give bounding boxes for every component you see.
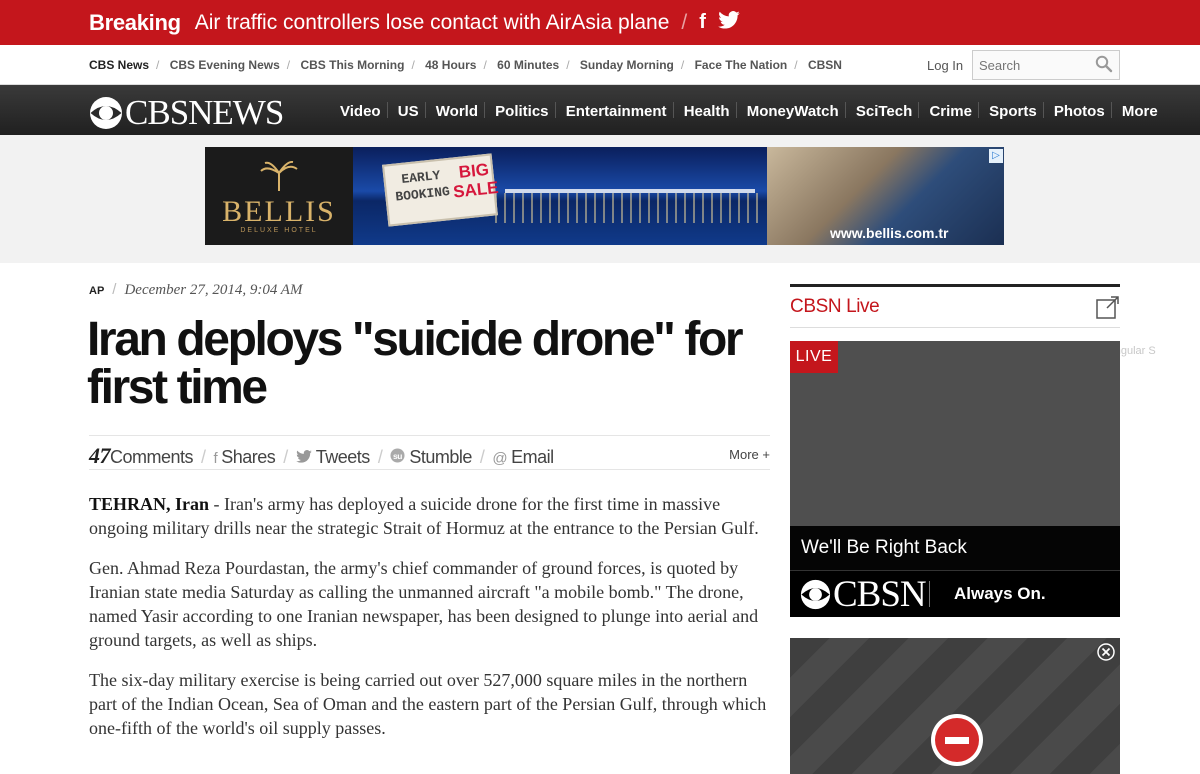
breaking-separator: / <box>681 10 688 34</box>
network-links: CBS News / CBS Evening News / CBS This Mor… <box>89 58 842 72</box>
network-link-this-morning[interactable]: CBS This Morning <box>300 58 404 72</box>
facebook-icon[interactable]: f <box>699 11 706 34</box>
ad-sale: SALE <box>452 177 500 202</box>
nav-scitech[interactable]: SciTech <box>856 103 912 120</box>
article-byline: AP / December 27, 2014, 9:04 AM <box>89 281 303 298</box>
article-date: December 27, 2014, 9:04 AM <box>124 282 303 298</box>
ad-booking: BOOKING <box>394 184 451 205</box>
stumble-link[interactable]: Stumble <box>409 447 472 467</box>
cbsn-brand-band: CBSN Always On. <box>790 571 1120 617</box>
article-body: TEHRAN, Iran - Iran's army has deployed … <box>89 492 774 756</box>
ad-url: www.bellis.com.tr <box>830 225 949 241</box>
search-box[interactable] <box>972 50 1120 80</box>
network-link-60-minutes[interactable]: 60 Minutes <box>497 58 559 72</box>
stumbleupon-icon[interactable]: su <box>390 448 405 467</box>
comments-count[interactable]: 47 <box>89 443 111 468</box>
nav-entertainment[interactable]: Entertainment <box>566 103 667 120</box>
right-back-band: We'll Be Right Back <box>790 526 1120 571</box>
palm-icon <box>260 161 298 191</box>
comments-link[interactable]: Comments <box>110 447 194 467</box>
cbsn-live-title[interactable]: CBSN Live <box>790 296 880 318</box>
article-source: AP <box>89 285 105 297</box>
shares-link[interactable]: Shares <box>221 447 276 467</box>
search-icon[interactable] <box>1095 55 1113 73</box>
article-paragraph: TEHRAN, Iran - Iran's army has deployed … <box>89 494 759 538</box>
right-back-text: We'll Be Right Back <box>801 537 967 558</box>
nav-politics[interactable]: Politics <box>495 103 548 120</box>
network-link-48-hours[interactable]: 48 Hours <box>425 58 476 72</box>
facebook-icon[interactable]: f <box>214 450 218 467</box>
ad-early: EARLY <box>400 167 442 187</box>
ad-pier-lights <box>495 193 765 223</box>
login-link[interactable]: Log In <box>927 58 963 73</box>
nav-health[interactable]: Health <box>684 103 730 120</box>
breaking-headline[interactable]: Air traffic controllers lose contact wit… <box>195 11 670 35</box>
nav-sports[interactable]: Sports <box>989 103 1037 120</box>
network-link-cbs-news[interactable]: CBS News <box>89 58 149 72</box>
logo-wordmark: CBSNEWS <box>125 93 284 132</box>
cbs-news-logo[interactable]: CBSNEWS <box>89 93 284 133</box>
live-badge: LIVE <box>790 341 838 373</box>
blocked-ad-unit <box>790 638 1120 774</box>
share-bar: 47Comments / f Shares / Tweets / su Stumble / @ Ema… <box>89 435 770 470</box>
blocked-icon <box>931 714 983 766</box>
adchoices-icon[interactable]: ▷ <box>989 149 1003 163</box>
ad-sale-tag: EARLY BOOKING BIG SALE <box>382 153 500 227</box>
network-link-cbsn[interactable]: CBSN <box>808 58 842 72</box>
ad-brand-name: BELLIS <box>222 195 336 228</box>
email-icon[interactable]: @ <box>492 450 507 467</box>
network-link-face-the-nation[interactable]: Face The Nation <box>695 58 788 72</box>
cbsn-video-player[interactable]: LIVE We'll Be Right Back CBSN Always On. <box>790 341 1120 617</box>
cbsn-logo: CBSN <box>833 574 927 615</box>
nav-moneywatch[interactable]: MoneyWatch <box>747 103 839 120</box>
ad-brand-panel: BELLIS DELUXE HOTEL <box>205 147 353 245</box>
network-link-evening-news[interactable]: CBS Evening News <box>170 58 280 72</box>
nav-crime[interactable]: Crime <box>929 103 972 120</box>
ad-brand-sub: DELUXE HOTEL <box>240 227 318 234</box>
section-nav: Video US World Politics Entertainment He… <box>340 102 1158 120</box>
popout-icon[interactable] <box>1096 295 1120 319</box>
nav-video[interactable]: Video <box>340 103 381 120</box>
twitter-icon[interactable] <box>295 450 312 467</box>
twitter-icon[interactable] <box>718 11 740 34</box>
nav-world[interactable]: World <box>436 103 478 120</box>
network-link-sunday-morning[interactable]: Sunday Morning <box>580 58 674 72</box>
article-dateline: TEHRAN, Iran <box>89 494 210 514</box>
close-icon[interactable] <box>1097 643 1115 661</box>
nav-photos[interactable]: Photos <box>1054 103 1105 120</box>
search-input[interactable] <box>973 51 1091 79</box>
nav-us[interactable]: US <box>398 103 419 120</box>
more-share-button[interactable]: More + <box>729 447 770 462</box>
hotel-banner-ad[interactable]: BELLIS DELUXE HOTEL EARLY BOOKING BIG SALE… <box>205 147 1004 245</box>
always-on-tagline: Always On. <box>954 584 1046 603</box>
breaking-label: Breaking <box>89 9 181 35</box>
breaking-news-bar[interactable]: Breaking Air traffic controllers lose co… <box>0 0 1200 45</box>
email-link[interactable]: Email <box>511 447 554 467</box>
article-paragraph: Gen. Ahmad Reza Pourdastan, the army's c… <box>89 558 759 650</box>
tweets-link[interactable]: Tweets <box>316 447 371 467</box>
article-title: Iran deploys "suicide drone" for first t… <box>87 313 744 414</box>
cbs-eye-icon <box>89 96 123 130</box>
svg-text:su: su <box>393 451 402 461</box>
main-nav: CBSNEWS Video US World Politics Entertai… <box>0 85 1200 135</box>
cbs-eye-icon <box>800 579 831 610</box>
rail-divider <box>790 327 1120 328</box>
article-paragraph: The six-day military exercise is being c… <box>89 670 767 738</box>
rail-top-rule <box>790 284 1120 287</box>
nav-more[interactable]: More <box>1122 103 1158 120</box>
